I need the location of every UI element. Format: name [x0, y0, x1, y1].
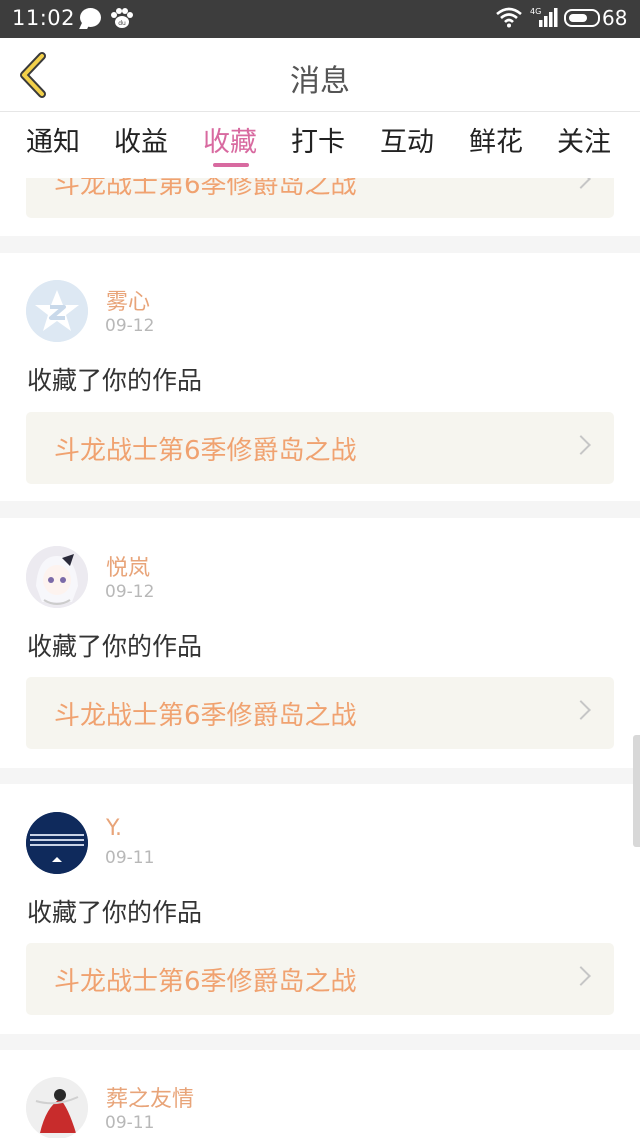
battery-icon: [564, 9, 600, 27]
tab-notifications[interactable]: 通知: [26, 120, 80, 159]
date: 09-12: [105, 316, 155, 336]
work-title: 斗龙战士第6季修爵岛之战: [54, 178, 357, 200]
chevron-right-icon: [571, 966, 591, 986]
date: 09-11: [105, 848, 155, 868]
chevron-right-icon: [571, 435, 591, 455]
work-link[interactable]: 斗龙战士第6季修爵岛之战: [26, 943, 614, 1015]
chat-bubble-icon: [80, 8, 101, 27]
date: 09-11: [105, 1113, 155, 1133]
red-figure-avatar-icon: [26, 1077, 88, 1138]
qzone-star-icon: [26, 280, 88, 342]
status-time: 11:02: [12, 6, 76, 30]
notification-card: 斗龙战士第6季修爵岛之战: [0, 178, 640, 236]
notification-card: 葬之友情 09-11: [0, 1050, 640, 1138]
tab-flowers[interactable]: 鲜花: [469, 120, 523, 159]
notification-list[interactable]: 斗龙战士第6季修爵岛之战 雾心 09-12 收藏了你的作品 斗龙战士第6季修爵岛…: [0, 178, 640, 1138]
wifi-icon: [496, 7, 522, 28]
action-text: 收藏了你的作品: [27, 632, 203, 661]
username[interactable]: Y.: [106, 816, 122, 841]
notification-card: 雾心 09-12 收藏了你的作品 斗龙战士第6季修爵岛之战: [0, 253, 640, 501]
work-title: 斗龙战士第6季修爵岛之战: [54, 436, 357, 466]
work-link[interactable]: 斗龙战士第6季修爵岛之战: [26, 412, 614, 484]
avatar[interactable]: [26, 546, 88, 608]
work-title: 斗龙战士第6季修爵岛之战: [54, 701, 357, 731]
dark-blue-avatar-icon: [26, 812, 88, 874]
app-header: 消息: [0, 38, 640, 112]
active-tab-indicator: [213, 163, 249, 167]
notification-card: Y. 09-11 收藏了你的作品 斗龙战士第6季修爵岛之战: [0, 784, 640, 1034]
date: 09-12: [105, 582, 155, 602]
username[interactable]: 葬之友情: [106, 1081, 194, 1113]
chevron-right-icon: [571, 178, 591, 189]
avatar[interactable]: [26, 1077, 88, 1138]
action-text: 收藏了你的作品: [27, 898, 203, 927]
username[interactable]: 悦岚: [106, 550, 150, 582]
work-title: 斗龙战士第6季修爵岛之战: [54, 967, 357, 997]
action-text: 收藏了你的作品: [27, 366, 203, 395]
tab-follow[interactable]: 关注: [557, 120, 611, 159]
avatar[interactable]: [26, 280, 88, 342]
signal-icon: 4G: [530, 7, 558, 27]
tab-earnings[interactable]: 收益: [114, 120, 168, 159]
svg-text:du: du: [118, 20, 126, 27]
tab-interaction[interactable]: 互动: [380, 120, 434, 159]
work-link[interactable]: 斗龙战士第6季修爵岛之战: [26, 677, 614, 749]
username[interactable]: 雾心: [106, 284, 150, 316]
tab-favorites[interactable]: 收藏: [203, 120, 257, 159]
tab-bar: 通知 收益 收藏 打卡 互动 鲜花 关注: [0, 112, 640, 178]
anime-avatar-icon: [26, 546, 88, 608]
side-edge-handle[interactable]: [633, 735, 640, 847]
status-bar: 11:02 du 4G 68: [0, 0, 640, 38]
avatar[interactable]: [26, 812, 88, 874]
battery-percent: 68: [602, 6, 628, 30]
network-type-label: 4G: [530, 7, 541, 16]
chevron-right-icon: [571, 700, 591, 720]
page-title: 消息: [290, 64, 350, 99]
work-link[interactable]: 斗龙战士第6季修爵岛之战: [26, 178, 614, 218]
paw-icon: du: [111, 8, 133, 28]
tab-checkin[interactable]: 打卡: [291, 120, 345, 159]
notification-card: 悦岚 09-12 收藏了你的作品 斗龙战士第6季修爵岛之战: [0, 518, 640, 768]
